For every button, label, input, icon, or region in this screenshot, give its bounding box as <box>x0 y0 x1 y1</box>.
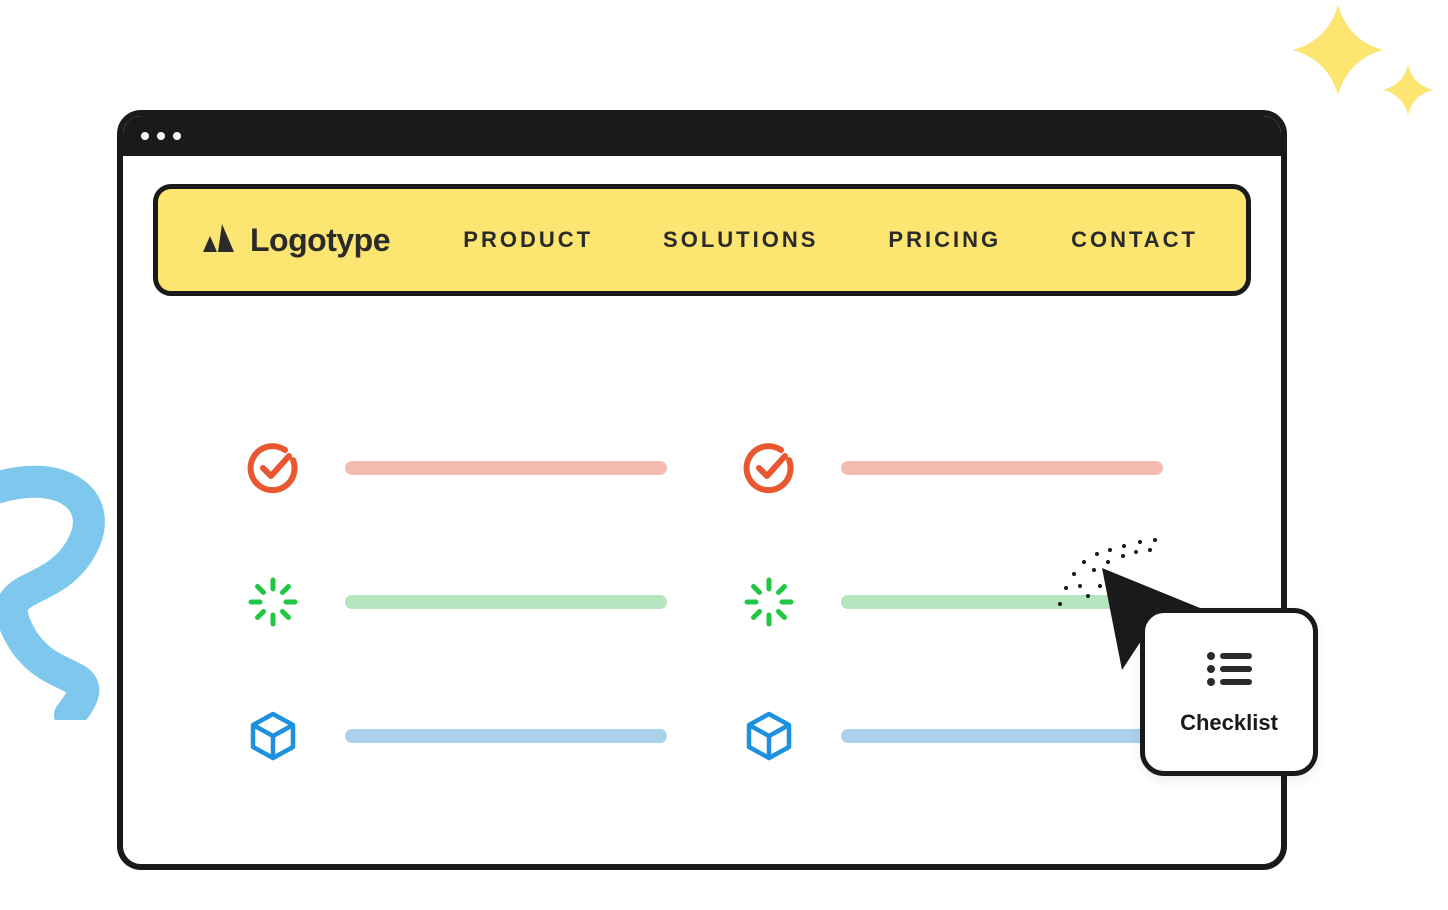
check-circle-icon <box>241 436 305 500</box>
window-control-dot <box>141 132 149 140</box>
placeholder-bar <box>345 729 667 743</box>
browser-window: Logotype PRODUCT SOLUTIONS PRICING CONTA… <box>117 110 1287 870</box>
status-row <box>241 704 667 768</box>
logo-text: Logotype <box>250 222 390 259</box>
loading-icon <box>241 570 305 634</box>
placeholder-bar <box>841 729 1163 743</box>
nav-link-product[interactable]: PRODUCT <box>463 227 593 253</box>
window-control-dot <box>157 132 165 140</box>
nav-links: PRODUCT SOLUTIONS PRICING CONTACT <box>463 227 1198 253</box>
sparkle-decoration <box>1258 0 1438 145</box>
checklist-callout[interactable]: Checklist <box>1140 608 1318 776</box>
cube-icon <box>737 704 801 768</box>
status-row <box>737 436 1163 500</box>
placeholder-bar <box>345 595 667 609</box>
logo[interactable]: Logotype <box>200 220 390 261</box>
status-row <box>241 436 667 500</box>
status-row <box>241 570 667 634</box>
navbar: Logotype PRODUCT SOLUTIONS PRICING CONTA… <box>153 184 1251 296</box>
status-row <box>737 704 1163 768</box>
placeholder-bar <box>345 461 667 475</box>
placeholder-bar <box>841 461 1163 475</box>
nav-link-solutions[interactable]: SOLUTIONS <box>663 227 818 253</box>
cube-icon <box>241 704 305 768</box>
checklist-label: Checklist <box>1180 710 1278 736</box>
loading-icon <box>737 570 801 634</box>
list-icon <box>1204 649 1254 694</box>
nav-link-contact[interactable]: CONTACT <box>1071 227 1198 253</box>
check-circle-icon <box>737 436 801 500</box>
nav-link-pricing[interactable]: PRICING <box>888 227 1001 253</box>
browser-content: Logotype PRODUCT SOLUTIONS PRICING CONTA… <box>123 156 1281 796</box>
logo-icon <box>200 220 236 261</box>
browser-titlebar <box>123 116 1281 156</box>
window-control-dot <box>173 132 181 140</box>
